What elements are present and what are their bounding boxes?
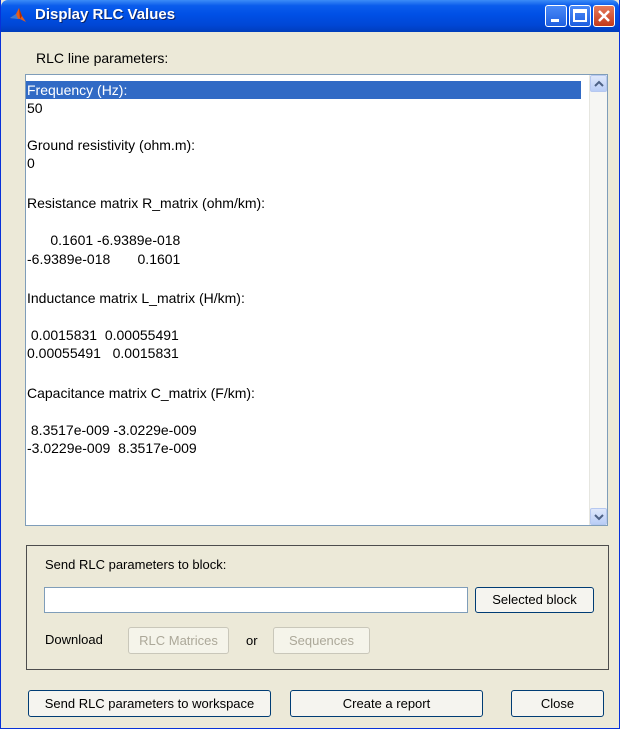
send-to-workspace-button[interactable]: Send RLC parameters to workspace	[28, 690, 271, 717]
minimize-button[interactable]	[545, 5, 567, 27]
list-item[interactable]: 0	[27, 154, 35, 172]
download-label: Download	[45, 632, 103, 647]
close-button[interactable]: Close	[511, 690, 604, 717]
rlc-params-label: RLC line parameters:	[36, 50, 169, 66]
list-item[interactable]: Capacitance matrix C_matrix (F/km):	[27, 384, 255, 402]
list-item[interactable]: Frequency (Hz):	[26, 81, 581, 99]
minimize-icon	[551, 19, 559, 22]
scroll-down-icon	[594, 514, 604, 521]
list-item[interactable]: 0.1601 -6.9389e-018	[27, 231, 180, 249]
matlab-icon	[9, 7, 27, 25]
list-item[interactable]: 8.3517e-009 -3.0229e-009	[27, 421, 197, 439]
list-item[interactable]: 0.0015831 0.00055491	[27, 326, 179, 344]
scroll-up-icon	[594, 80, 604, 87]
window-title: Display RLC Values	[35, 6, 176, 23]
maximize-button[interactable]	[569, 5, 591, 27]
send-to-block-label: Send RLC parameters to block:	[45, 557, 227, 572]
list-item[interactable]: Inductance matrix L_matrix (H/km):	[27, 289, 245, 307]
dialog-window: Display RLC Values RLC line parameters: …	[0, 0, 620, 729]
vertical-scrollbar[interactable]	[589, 75, 607, 525]
scroll-down-button[interactable]	[590, 508, 607, 525]
list-item[interactable]: -3.0229e-009 8.3517e-009	[27, 439, 197, 457]
block-path-input[interactable]	[44, 587, 468, 613]
or-label: or	[246, 633, 258, 648]
close-icon	[598, 10, 610, 22]
list-item[interactable]: 50	[27, 99, 43, 117]
title-bar[interactable]: Display RLC Values	[1, 0, 619, 32]
rlc-params-listbox[interactable]: Frequency (Hz): 50 Ground resistivity (o…	[25, 74, 608, 526]
list-item[interactable]: Ground resistivity (ohm.m):	[27, 136, 195, 154]
create-report-button[interactable]: Create a report	[290, 690, 483, 717]
list-item[interactable]: 0.00055491 0.0015831	[27, 344, 179, 362]
selected-block-button[interactable]: Selected block	[475, 587, 594, 613]
close-window-button[interactable]	[593, 5, 615, 27]
rlc-matrices-button[interactable]: RLC Matrices	[128, 627, 229, 654]
maximize-icon	[573, 9, 587, 22]
list-item[interactable]: Resistance matrix R_matrix (ohm/km):	[27, 194, 265, 212]
scroll-up-button[interactable]	[590, 75, 607, 92]
sequences-button[interactable]: Sequences	[273, 627, 370, 654]
list-item[interactable]: -6.9389e-018 0.1601	[27, 250, 180, 268]
